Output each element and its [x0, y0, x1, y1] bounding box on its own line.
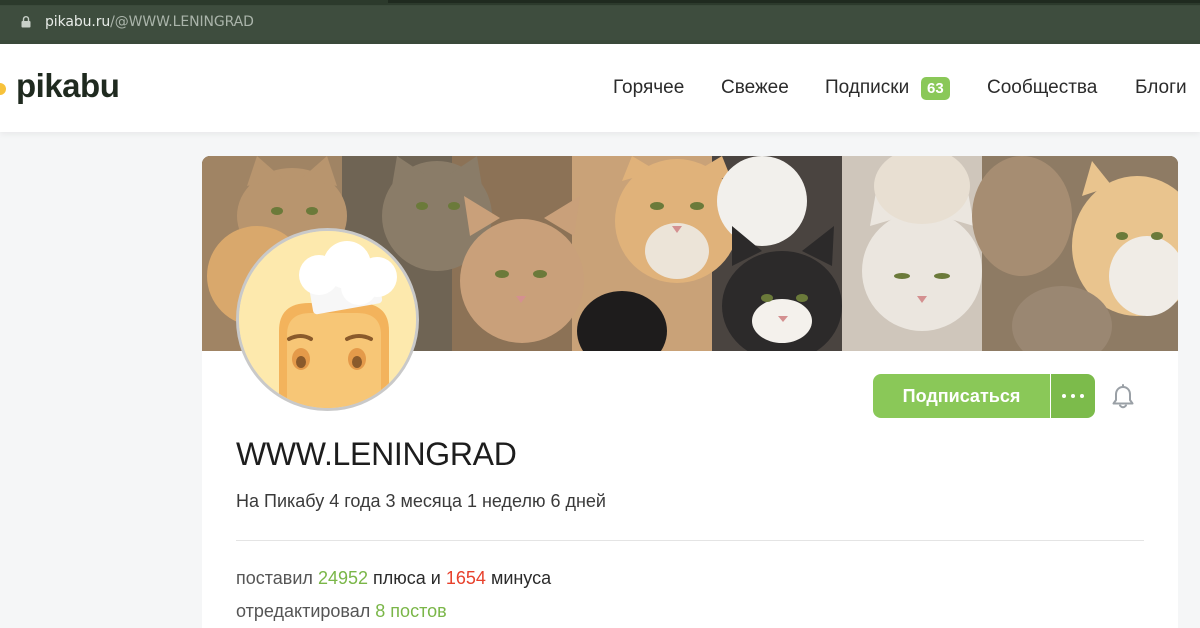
profile-avatar[interactable]: [236, 228, 419, 411]
divider: [236, 540, 1144, 541]
stat-votes-prefix: поставил: [236, 568, 313, 588]
subscriptions-count-badge: 63: [921, 77, 950, 100]
stat-votes: поставил 24952 плюса и 1654 минуса: [236, 568, 551, 589]
browser-address-bar: pikabu.ru/@WWW.LENINGRAD: [0, 0, 1200, 44]
lock-icon[interactable]: [21, 16, 31, 28]
more-dots-icon[interactable]: [1051, 374, 1095, 418]
bell-icon[interactable]: [1111, 384, 1135, 410]
nav-blogs[interactable]: Блоги: [1135, 77, 1187, 99]
nav-communities[interactable]: Сообщества: [987, 77, 1097, 99]
profile-since: На Пикабу 4 года 3 месяца 1 неделю 6 дне…: [236, 491, 606, 511]
stat-edits: отредактировал 8 постов: [236, 601, 447, 622]
nav-hot[interactable]: Горячее: [613, 77, 684, 99]
profile-username: WWW.LENINGRAD: [236, 436, 517, 472]
browser-tab-strip: [0, 0, 1200, 5]
subscribe-button[interactable]: Подписаться: [873, 374, 1050, 418]
stat-edits-prefix: отредактировал: [236, 601, 371, 621]
site-logo[interactable]: pikabu: [16, 67, 120, 105]
chef-avatar-icon: [239, 231, 416, 408]
stat-edits-value[interactable]: 8 постов: [375, 601, 446, 621]
url-path: /@WWW.LENINGRAD: [110, 14, 254, 30]
nav-fresh[interactable]: Свежее: [721, 77, 789, 99]
nav-subscriptions[interactable]: Подписки: [825, 77, 909, 99]
stat-pluses-label: плюса и: [373, 568, 441, 588]
stat-pluses[interactable]: 24952: [318, 568, 368, 588]
url-host: pikabu.ru: [45, 14, 111, 30]
stat-minuses-label: минуса: [490, 568, 552, 588]
site-header: pikabu Горячее Свежее Подписки 63 Сообще…: [0, 44, 1200, 132]
logo-dot-icon: [0, 83, 6, 95]
url-text[interactable]: pikabu.ru/@WWW.LENINGRAD: [45, 14, 254, 30]
stat-minuses[interactable]: 1654: [446, 568, 486, 588]
